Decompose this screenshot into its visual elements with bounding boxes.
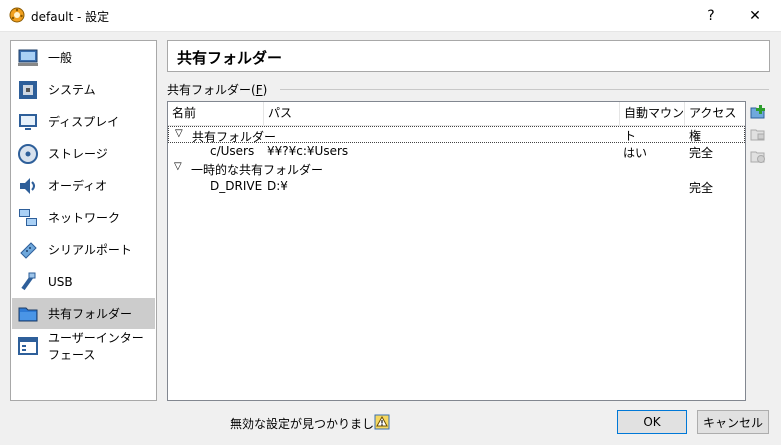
- folder-name: D_DRIVE: [210, 179, 263, 193]
- shared-folders-tree[interactable]: 名前 パス 自動マウント アクセス権 ▽ 共有フォルダー c/Users ¥¥?…: [167, 101, 746, 401]
- speaker-icon: [20, 178, 35, 194]
- sidebar-item-label: USB: [48, 274, 73, 289]
- close-button[interactable]: ✕: [732, 0, 778, 31]
- sidebar-item-label: 一般: [48, 51, 73, 65]
- column-header-auto-mount[interactable]: 自動マウント: [620, 102, 685, 143]
- settings-sidebar: 一般 システム ディスプレイ ストレージ オーディオ ネットワーク シリアルポー…: [10, 40, 157, 401]
- sidebar-item-serial-port[interactable]: シリアルポート: [12, 234, 155, 265]
- tree-group-row[interactable]: ▽ 一時的な共有フォルダー: [168, 160, 745, 177]
- sidebar-item-general[interactable]: 一般: [12, 42, 155, 73]
- folder-icon: [18, 307, 38, 322]
- cancel-button[interactable]: キャンセル: [697, 410, 769, 434]
- folder-path: D:¥: [267, 179, 288, 193]
- sidebar-item-network[interactable]: ネットワーク: [12, 202, 155, 233]
- chip-icon: [19, 81, 37, 99]
- sidebar-item-label: システム: [48, 83, 96, 97]
- sidebar-item-audio[interactable]: オーディオ: [12, 170, 155, 201]
- edit-folder-icon[interactable]: [750, 126, 767, 143]
- help-button[interactable]: ?: [688, 0, 734, 31]
- sidebar-item-label: ユーザーインターフェース: [48, 330, 144, 362]
- chevron-down-icon[interactable]: ▽: [174, 161, 182, 172]
- page-title: 共有フォルダー: [177, 49, 283, 67]
- column-header-name[interactable]: 名前: [168, 102, 264, 125]
- page-header: 共有フォルダー: [167, 40, 770, 72]
- column-header-path[interactable]: パス: [264, 102, 620, 125]
- folder-access: 完全: [689, 181, 714, 195]
- sidebar-item-system[interactable]: システム: [12, 74, 155, 105]
- window-title: default - 設定: [31, 10, 110, 24]
- folder-path: ¥¥?¥c:¥Users: [267, 144, 349, 158]
- network-icon: [19, 209, 37, 226]
- group-label-accelerator: F: [255, 83, 263, 97]
- add-folder-icon[interactable]: [750, 104, 767, 121]
- sidebar-item-label: 共有フォルダー: [48, 307, 133, 321]
- sidebar-item-usb[interactable]: USB: [12, 266, 155, 297]
- shared-folders-group-label: 共有フォルダー(F): [167, 81, 267, 98]
- group-divider: [280, 89, 769, 90]
- folder-name: c/Users: [210, 144, 255, 158]
- sidebar-item-label: シリアルポート: [48, 243, 132, 257]
- tree-group-row[interactable]: ▽ 共有フォルダー: [168, 126, 745, 144]
- table-row[interactable]: c/Users ¥¥?¥c:¥Users はい 完全: [168, 143, 745, 160]
- status-message: 無効な設定が見つかりました: [230, 417, 387, 431]
- sidebar-item-user-interface[interactable]: ユーザーインターフェース: [12, 330, 155, 362]
- sidebar-item-label: オーディオ: [48, 179, 108, 193]
- folder-auto-mount: はい: [623, 146, 648, 160]
- title-bar: default - 設定 ? ✕: [0, 0, 781, 32]
- serial-port-icon: [20, 242, 37, 259]
- virtualbox-app-icon: [9, 7, 25, 23]
- sidebar-item-label: ネットワーク: [48, 211, 121, 225]
- sidebar-item-shared-folders[interactable]: 共有フォルダー: [12, 298, 155, 329]
- folder-access: 完全: [689, 146, 714, 160]
- usb-icon: [21, 272, 36, 291]
- sidebar-item-storage[interactable]: ストレージ: [12, 138, 155, 169]
- chevron-down-icon[interactable]: ▽: [175, 128, 183, 139]
- sidebar-item-display[interactable]: ディスプレイ: [12, 106, 155, 137]
- warning-icon[interactable]: [374, 414, 390, 430]
- ui-window-icon: [18, 337, 38, 355]
- monitor-icon: [18, 49, 38, 66]
- sidebar-item-label: ストレージ: [48, 147, 108, 161]
- group-label-prefix: 共有フォルダー(: [167, 83, 256, 97]
- disk-icon: [18, 144, 38, 164]
- group-label-suffix: ): [262, 83, 268, 97]
- display-icon: [19, 114, 37, 130]
- remove-folder-icon[interactable]: [750, 148, 767, 165]
- table-row[interactable]: D_DRIVE D:¥ 完全: [168, 178, 745, 195]
- group-name: 一時的な共有フォルダー: [191, 163, 324, 177]
- ok-button[interactable]: OK: [617, 410, 687, 434]
- column-header-access[interactable]: アクセス権: [685, 102, 745, 143]
- sidebar-item-label: ディスプレイ: [48, 115, 120, 129]
